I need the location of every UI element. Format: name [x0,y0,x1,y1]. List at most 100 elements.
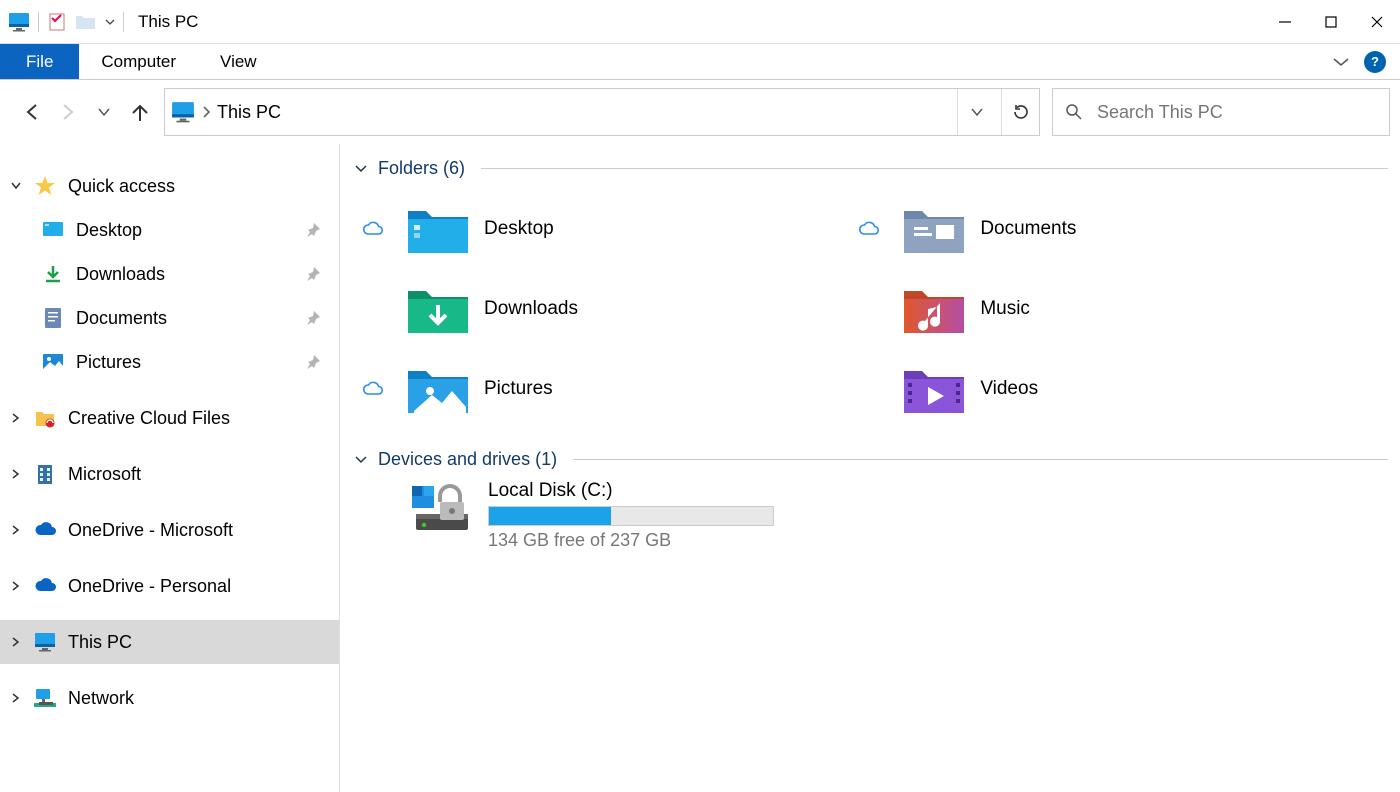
divider [573,459,1388,460]
group-label: Devices and drives (1) [378,449,557,470]
sidebar-microsoft[interactable]: Microsoft [0,452,339,496]
pin-icon [305,354,321,370]
divider [38,12,39,32]
sidebar-desktop[interactable]: Desktop [0,208,339,252]
sidebar-item-label: Microsoft [68,464,141,485]
up-button[interactable] [128,100,152,124]
cloud-icon [32,573,58,599]
sidebar-item-label: Desktop [76,220,142,241]
ribbon-view-tab[interactable]: View [198,44,279,79]
sidebar-item-label: OneDrive - Microsoft [68,520,233,541]
sidebar-creative-cloud[interactable]: Creative Cloud Files [0,396,339,440]
sidebar-pictures[interactable]: Pictures [0,340,339,384]
ribbon: File Computer View ? [0,44,1400,80]
expander-icon[interactable] [0,692,32,704]
pictures-icon [40,349,66,375]
drive-subtitle: 134 GB free of 237 GB [488,530,774,551]
folders-grid: Desktop Documents Downloads [354,189,1388,429]
downloads-folder-icon [406,281,470,337]
search-input[interactable] [1097,102,1377,123]
expander-icon[interactable] [0,524,32,536]
window-title: This PC [138,12,198,32]
window-controls [1262,0,1400,44]
ribbon-file-tab[interactable]: File [0,44,79,79]
recent-dropdown[interactable] [92,100,116,124]
sidebar-item-label: Creative Cloud Files [68,408,230,429]
divider [123,12,124,32]
content: Folders (6) Desktop Documen [340,144,1400,792]
address-bar[interactable]: This PC [164,88,1040,136]
pin-icon [305,266,321,282]
forward-button[interactable] [56,100,80,124]
cloud-status-icon [354,381,392,397]
expander-icon[interactable] [0,180,32,192]
close-button[interactable] [1354,0,1400,44]
titlebar: This PC [0,0,1400,44]
spacer [279,44,1332,79]
expander-icon[interactable] [0,412,32,424]
folder-label: Pictures [484,378,553,400]
search-box[interactable] [1052,88,1390,136]
documents-icon [40,305,66,331]
expander-icon[interactable] [0,636,32,648]
sidebar-item-label: Pictures [76,352,141,373]
minimize-button[interactable] [1262,0,1308,44]
sidebar-downloads[interactable]: Downloads [0,252,339,296]
qat-dropdown-icon[interactable] [105,17,115,27]
sidebar-this-pc[interactable]: This PC [0,620,339,664]
qat-folder-icon[interactable] [75,13,97,31]
ribbon-computer-tab[interactable]: Computer [79,44,198,79]
sidebar-onedrive-microsoft[interactable]: OneDrive - Microsoft [0,508,339,552]
expander-icon[interactable] [0,580,32,592]
breadcrumb-chevron-icon[interactable] [201,105,211,119]
address-history-dropdown[interactable] [957,89,995,135]
divider [481,168,1388,169]
drive-local-disk-c[interactable]: Local Disk (C:) 134 GB free of 237 GB [354,480,1388,551]
expander-icon[interactable] [0,468,32,480]
desktop-icon [40,217,66,243]
chevron-down-icon [354,162,368,176]
app-icon [8,11,30,33]
folder-videos[interactable]: Videos [850,349,1346,429]
sidebar-quick-access[interactable]: Quick access [0,164,339,208]
folder-desktop[interactable]: Desktop [354,189,850,269]
folder-label: Downloads [484,298,578,320]
group-label: Folders (6) [378,158,465,179]
drive-usage-fill [489,507,611,525]
sidebar-onedrive-personal[interactable]: OneDrive - Personal [0,564,339,608]
drive-info: Local Disk (C:) 134 GB free of 237 GB [488,480,774,551]
ribbon-collapse-icon[interactable] [1332,56,1350,68]
folder-label: Music [980,298,1030,320]
drive-icon [410,480,474,536]
sidebar-item-label: Documents [76,308,167,329]
videos-folder-icon [902,361,966,417]
folder-pictures[interactable]: Pictures [354,349,850,429]
sidebar-documents[interactable]: Documents [0,296,339,340]
this-pc-icon [32,629,58,655]
desktop-folder-icon [406,201,470,257]
sidebar-item-label: This PC [68,632,132,653]
help-button[interactable]: ? [1364,51,1386,73]
folder-documents[interactable]: Documents [850,189,1346,269]
back-button[interactable] [20,100,44,124]
music-folder-icon [902,281,966,337]
sidebar-network[interactable]: Network [0,676,339,720]
drive-usage-bar [488,506,774,526]
folder-music[interactable]: Music [850,269,1346,349]
sidebar-item-label: Network [68,688,134,709]
devices-group-header[interactable]: Devices and drives (1) [354,449,1388,470]
chevron-down-icon [354,453,368,467]
refresh-button[interactable] [1001,89,1039,135]
cloud-status-icon [354,221,392,237]
folders-group-header[interactable]: Folders (6) [354,158,1388,179]
pictures-folder-icon [406,361,470,417]
body: Quick access Desktop Downloads Doc [0,144,1400,792]
pin-icon [305,222,321,238]
qat-properties-icon[interactable] [47,12,67,32]
maximize-button[interactable] [1308,0,1354,44]
breadcrumb-this-pc[interactable]: This PC [217,102,281,123]
folder-downloads[interactable]: Downloads [354,269,850,349]
nav-row: This PC [0,80,1400,144]
folder-label: Desktop [484,218,554,240]
star-icon [32,173,58,199]
